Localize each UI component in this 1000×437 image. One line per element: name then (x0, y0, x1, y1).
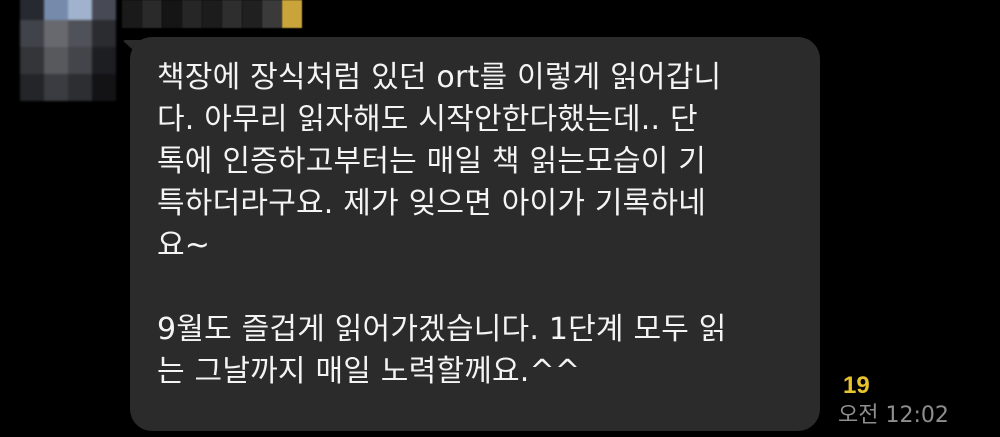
message-text: 책장에 장식처럼 있던 ort를 이렇게 읽어갑니 다. 아무리 읽자해도 시작… (157, 60, 727, 389)
unread-count: 19 (843, 372, 870, 399)
chat-screen: 책장에 장식처럼 있던 ort를 이렇게 읽어갑니 다. 아무리 읽자해도 시작… (0, 0, 1000, 437)
message-timestamp: 오전 12:02 (838, 403, 949, 428)
sender-name-blurred (122, 0, 302, 28)
message-bubble[interactable]: 책장에 장식처럼 있던 ort를 이렇게 읽어갑니 다. 아무리 읽자해도 시작… (130, 37, 820, 431)
avatar[interactable] (20, 0, 116, 101)
message-meta: 19 오전 12:02 (832, 372, 982, 432)
